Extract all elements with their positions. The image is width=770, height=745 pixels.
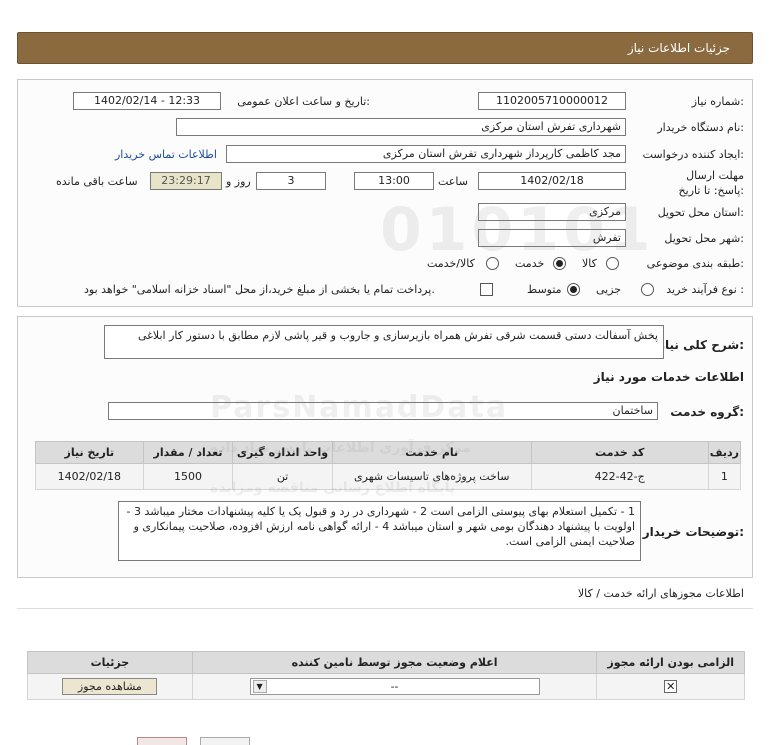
category-both-label: کالا/خدمت (427, 257, 475, 270)
process-radio-minor[interactable] (641, 283, 654, 296)
summary-textarea[interactable]: پخش آسفالت دستی قسمت شرقی تفرش همراه باز… (104, 325, 664, 359)
category-service-label: خدمت (515, 257, 545, 270)
category-radio-service[interactable] (553, 257, 566, 270)
cell-row: 1 (707, 463, 742, 490)
col-quantity: تعداد / مقدار (142, 441, 234, 464)
announce-field[interactable]: 1402/02/14 - 12:33 (73, 92, 221, 110)
services-table: تاریخ نیاز تعداد / مقدار واحد اندازه گیر… (35, 441, 742, 490)
buyer-org-field[interactable]: شهرداری تفرش استان مرکزی (176, 118, 626, 136)
service-group-field[interactable]: ساختمان (108, 402, 658, 420)
cell-unit: تن (232, 463, 333, 490)
permits-title: اطلاعات مجوزهای ارائه خدمت / کالا (577, 587, 744, 600)
summary-label: شرح کلی نیاز: (658, 338, 744, 352)
deadline-time-field[interactable]: 13:00 (354, 172, 434, 190)
table-row: مشاهده مجوز -- ▼ ✕ (27, 673, 745, 700)
permit-status-value: -- (390, 680, 399, 693)
process-radio-medium[interactable] (567, 283, 580, 296)
col-unit: واحد اندازه گیری (232, 441, 333, 464)
page-title: جزئیات اطلاعات نیاز (627, 41, 730, 55)
cell-permit-status: -- ▼ (191, 673, 598, 700)
category-radio-goods[interactable] (606, 257, 619, 270)
cell-permit-required: ✕ (596, 673, 745, 700)
buyer-notes-label: توضیحات خریدار: (642, 525, 744, 539)
need-info-panel (17, 79, 753, 307)
province-label: استان محل تحویل: (657, 206, 744, 219)
service-group-label: گروه خدمت: (670, 405, 744, 419)
col-row: ردیف (707, 441, 742, 464)
contact-buyer-link[interactable]: اطلاعات تماس خریدار (115, 148, 217, 161)
required-checkbox-icon[interactable]: ✕ (664, 680, 678, 693)
remaining-time-field: 23:29:17 (150, 172, 222, 190)
deadline-date-field[interactable]: 1402/02/18 (478, 172, 626, 190)
category-label: طبقه بندی موضوعی: (646, 257, 744, 270)
chevron-down-icon[interactable]: ▼ (252, 680, 267, 693)
category-radio-both[interactable] (486, 257, 499, 270)
treasury-payment-note: پرداخت تمام یا بخشی از مبلغ خرید،از محل … (84, 283, 435, 296)
col-details: جزئیات (27, 651, 193, 674)
time-label: ساعت (438, 175, 468, 188)
days-field[interactable]: 3 (256, 172, 326, 190)
cell-service-name: ساخت پروژه‌های تاسیسات شهری (331, 463, 532, 490)
process-medium-label: متوسط (527, 283, 562, 296)
process-minor-label: جزیی (596, 283, 622, 296)
need-number-field[interactable]: 1102005710000012 (478, 92, 626, 110)
city-label: شهر محل تحویل: (664, 232, 744, 245)
buyer-org-label: نام دستگاه خریدار: (657, 121, 744, 134)
creator-field[interactable]: مجد کاظمی کارپرداز شهرداری تفرش استان مر… (226, 145, 626, 163)
permits-divider (17, 608, 753, 609)
category-goods-label: کالا (582, 257, 597, 270)
creator-label: ایجاد کننده درخواست: (642, 148, 744, 161)
treasury-payment-checkbox[interactable] (480, 283, 493, 296)
cell-service-code: ج-42-422 (530, 463, 709, 490)
process-label: نوع فرآیند خرید : (666, 283, 744, 296)
permits-table: جزئیات اعلام وضعیت مجوز توسط نامین کننده… (27, 651, 745, 700)
col-permit-required: الزامی بودن ارائه مجوز (596, 651, 745, 674)
cell-details: مشاهده مجوز (27, 673, 193, 700)
view-permit-button[interactable]: مشاهده مجوز (62, 678, 158, 695)
col-need-date: تاریخ نیاز (35, 441, 144, 464)
deadline-label: مهلت ارسال پاسخ: تا تاریخ: (678, 169, 744, 197)
bottom-button-partial-2[interactable] (200, 737, 250, 745)
province-field[interactable]: مرکزی (478, 203, 626, 221)
bottom-button-partial-1[interactable] (137, 737, 187, 745)
table-row[interactable]: 1402/02/18 1500 تن ساخت پروژه‌های تاسیسا… (35, 463, 742, 490)
col-permit-status: اعلام وضعیت مجوز توسط نامین کننده (191, 651, 598, 674)
permit-status-select[interactable]: -- ▼ (249, 678, 540, 695)
days-label: روز و (226, 175, 251, 188)
page-header: جزئیات اطلاعات نیاز (17, 32, 753, 64)
col-service-name: نام خدمت (331, 441, 532, 464)
remaining-label: ساعت باقی مانده (56, 175, 138, 188)
cell-quantity: 1500 (142, 463, 234, 490)
announce-label: تاریخ و ساعت اعلان عمومی: (237, 95, 370, 108)
buyer-notes-textarea[interactable]: 1 - تکمیل استعلام بهای پیوستی الزامی است… (118, 501, 641, 561)
need-number-label: شماره نیاز: (691, 95, 744, 108)
city-field[interactable]: تفرش (478, 229, 626, 247)
services-section-title: اطلاعات خدمات مورد نیاز (593, 370, 744, 384)
cell-need-date: 1402/02/18 (35, 463, 144, 490)
col-service-code: کد خدمت (530, 441, 709, 464)
